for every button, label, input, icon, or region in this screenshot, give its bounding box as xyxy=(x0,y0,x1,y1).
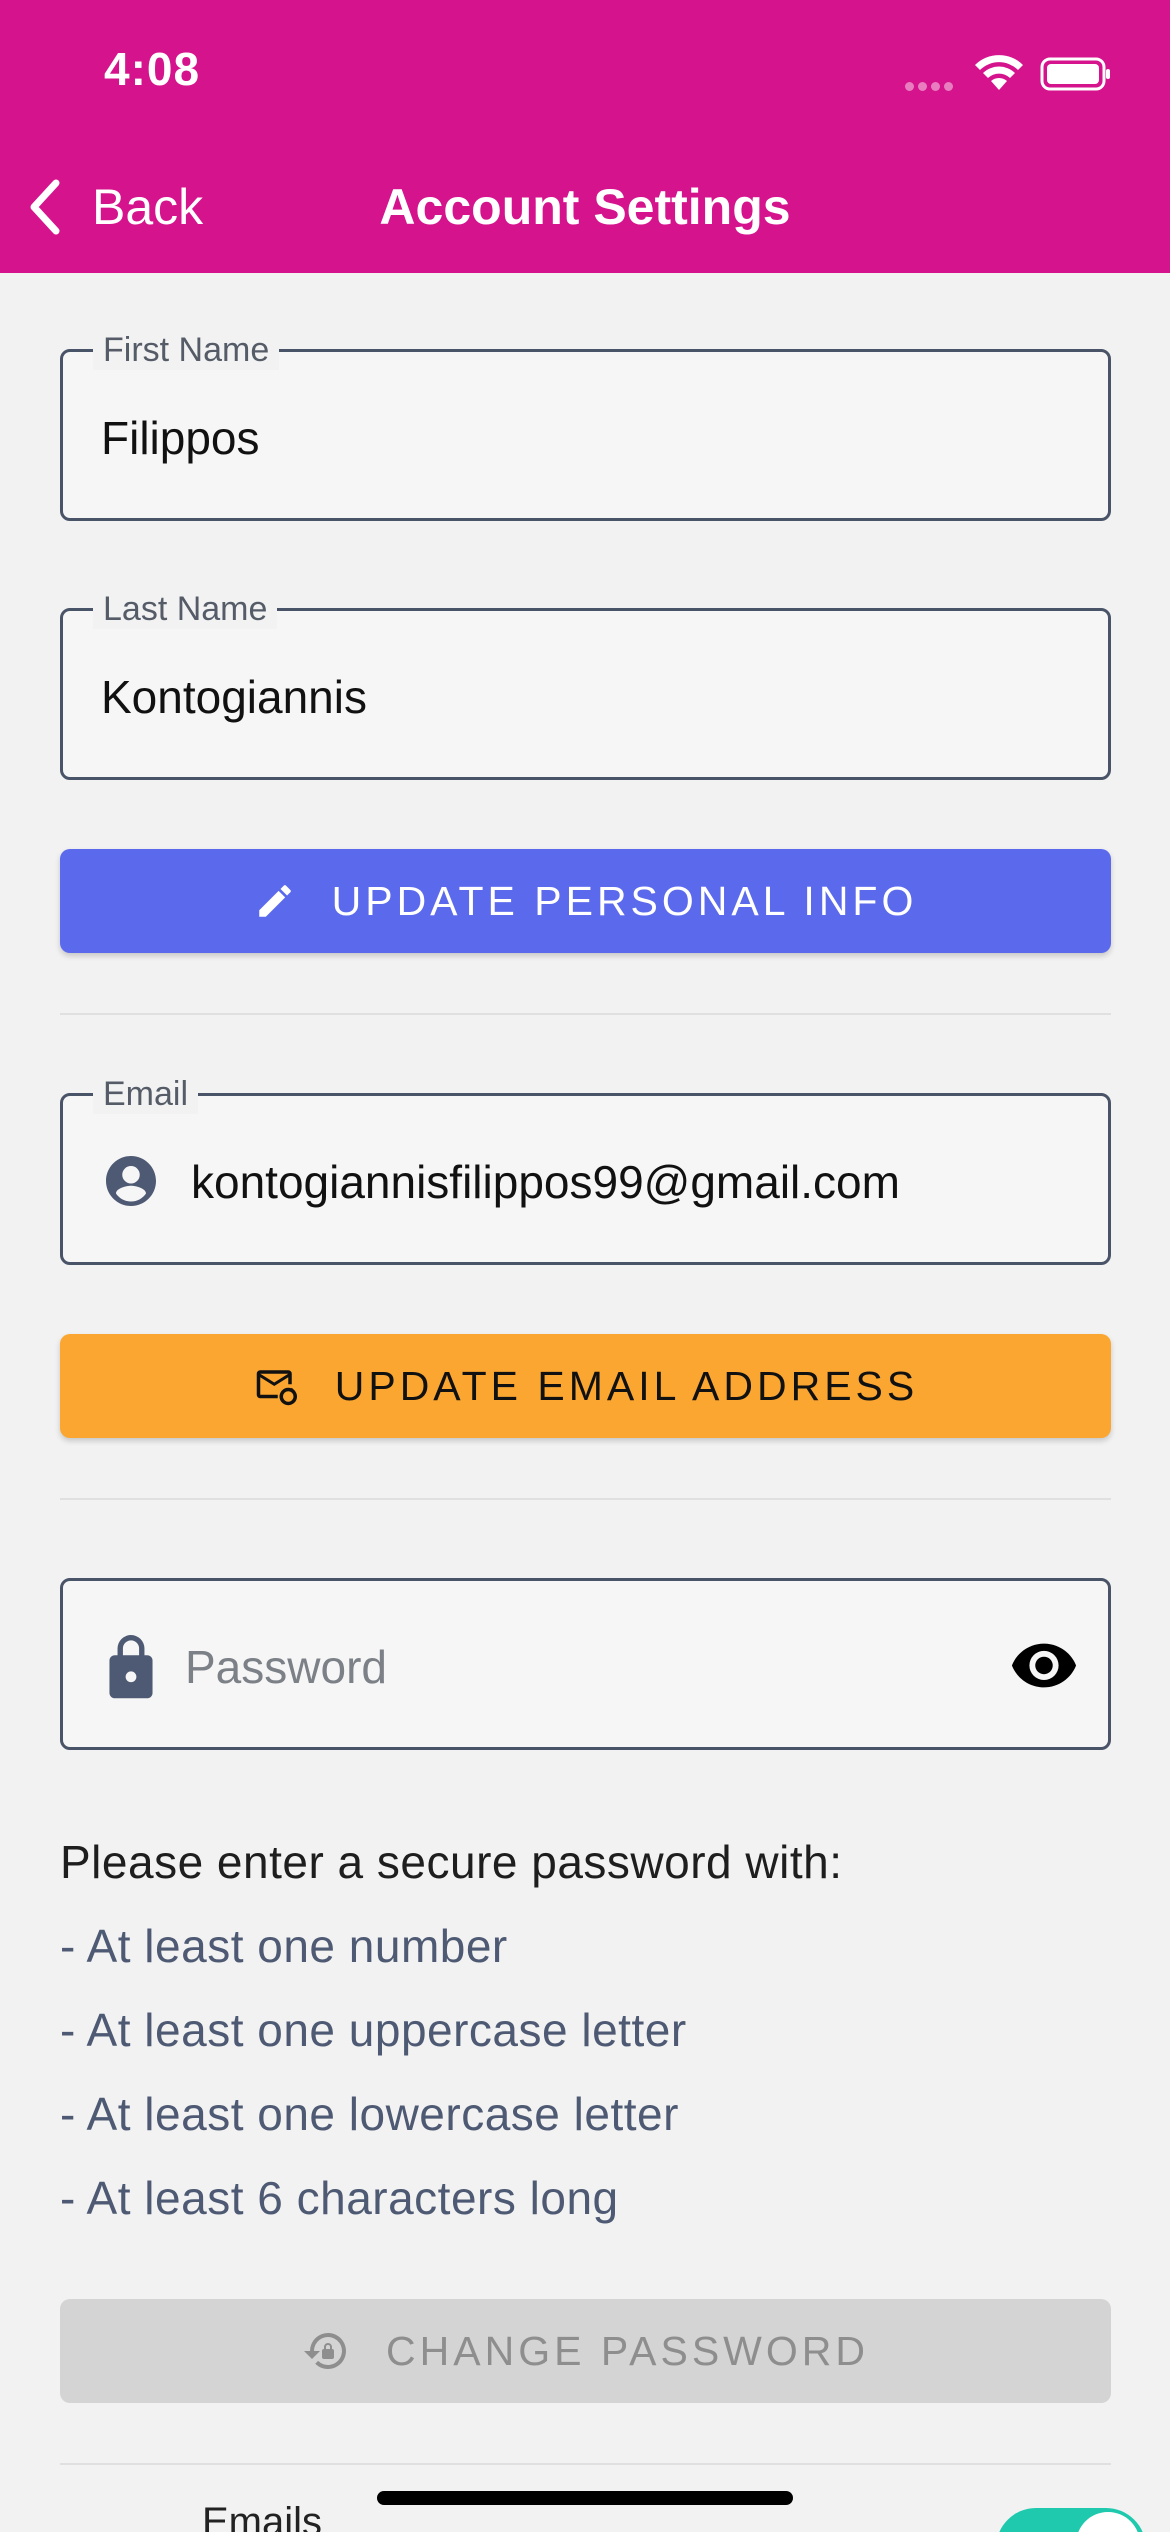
mail-sync-icon xyxy=(256,1370,297,1406)
section-divider xyxy=(60,2463,1111,2465)
update-email-label: UPDATE EMAIL ADDRESS xyxy=(334,1362,919,1409)
update-personal-info-label: UPDATE PERSONAL INFO xyxy=(331,877,918,924)
section-divider xyxy=(60,1498,1111,1500)
first-name-field[interactable]: First Name Filippos xyxy=(60,330,1111,521)
email-field[interactable]: Email kontogiannisfilippos99@gmail.com xyxy=(60,1074,1111,1265)
password-requirement-item: - At least one lowercase letter xyxy=(60,2088,679,2140)
app-header: 4:08 Back Account Settings xyxy=(0,0,1170,273)
lock-icon xyxy=(109,1635,153,1699)
last-name-label: Last Name xyxy=(93,589,278,629)
first-name-value[interactable]: Filippos xyxy=(101,410,260,466)
emails-label: Emails xyxy=(202,2500,323,2532)
pencil-icon xyxy=(258,885,291,917)
wifi-icon xyxy=(975,55,1023,90)
home-indicator xyxy=(377,2491,793,2505)
first-name-label: First Name xyxy=(93,330,280,370)
status-time: 4:08 xyxy=(104,43,201,95)
update-email-button[interactable]: UPDATE EMAIL ADDRESS xyxy=(60,1334,1111,1438)
battery-icon xyxy=(1040,57,1110,91)
change-password-label: CHANGE PASSWORD xyxy=(386,2327,869,2374)
password-requirement-item: - At least 6 characters long xyxy=(60,2172,619,2224)
last-name-value[interactable]: Kontogiannis xyxy=(101,669,367,725)
section-divider xyxy=(60,1013,1111,1015)
cellular-signal-icon xyxy=(905,78,957,91)
lock-reset-icon xyxy=(304,2333,346,2369)
change-password-button[interactable]: CHANGE PASSWORD xyxy=(60,2299,1111,2403)
email-label: Email xyxy=(93,1074,199,1114)
password-requirements-intro: Please enter a secure password with: xyxy=(60,1836,843,1888)
password-placeholder[interactable]: Password xyxy=(185,1639,387,1695)
eye-icon[interactable] xyxy=(1009,1639,1079,1689)
email-value[interactable]: kontogiannisfilippos99@gmail.com xyxy=(191,1154,900,1210)
password-requirement-item: - At least one number xyxy=(60,1920,508,1972)
password-field[interactable]: Password xyxy=(60,1578,1111,1750)
account-circle-icon xyxy=(106,1156,156,1206)
last-name-field[interactable]: Last Name Kontogiannis xyxy=(60,589,1111,780)
update-personal-info-button[interactable]: UPDATE PERSONAL INFO xyxy=(60,849,1111,953)
password-requirement-item: - At least one uppercase letter xyxy=(60,2004,687,2056)
page-title: Account Settings xyxy=(379,179,791,235)
